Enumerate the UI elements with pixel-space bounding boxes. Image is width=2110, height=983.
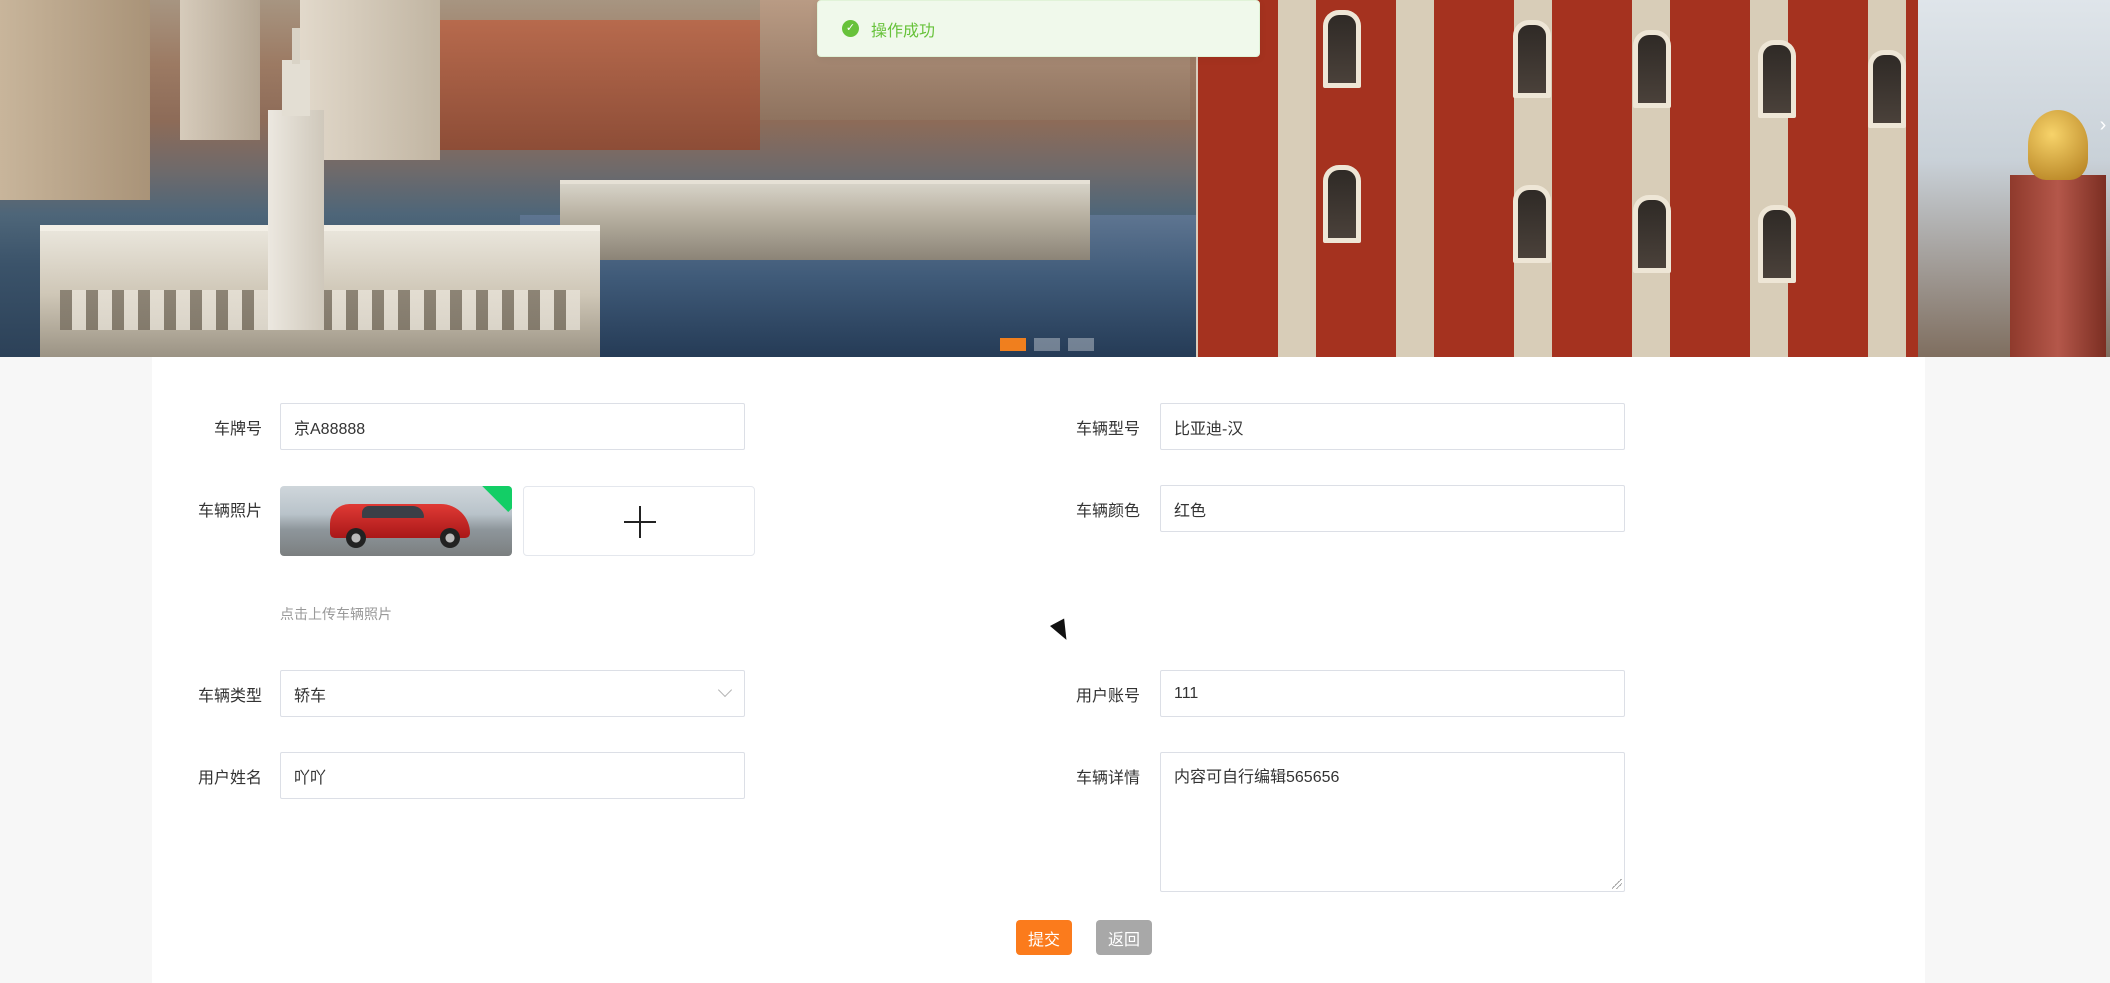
carousel-dot-2[interactable]: [1034, 338, 1060, 351]
plate-input[interactable]: 京A88888: [280, 403, 745, 450]
details-textarea[interactable]: 内容可自行编辑565656: [1160, 752, 1625, 892]
success-check-icon: ✓: [842, 20, 859, 37]
plate-label: 车牌号: [213, 421, 262, 438]
chevron-down-icon: [717, 682, 733, 698]
username-value: 吖吖: [294, 769, 327, 787]
photo-upload-button[interactable]: [523, 486, 755, 556]
chevron-right-icon[interactable]: ›: [2096, 110, 2110, 140]
username-input[interactable]: 吖吖: [280, 752, 745, 799]
model-label: 车辆型号: [1075, 421, 1140, 438]
plate-value: 京A88888: [294, 420, 366, 438]
type-value: 轿车: [294, 687, 327, 705]
photo-label: 车辆照片: [197, 503, 262, 520]
photo-upload-hint: 点击上传车辆照片: [280, 606, 392, 622]
carousel-dot-3[interactable]: [1068, 338, 1094, 351]
vehicle-photo-thumbnail[interactable]: [280, 486, 512, 556]
type-label: 车辆类型: [197, 688, 262, 705]
carousel-indicators: [1000, 338, 1094, 351]
account-value: 111: [1174, 684, 1199, 702]
toast-message: 操作成功: [871, 22, 936, 40]
account-input[interactable]: 111: [1160, 670, 1625, 717]
color-input[interactable]: 红色: [1160, 485, 1625, 532]
details-value: 内容可自行编辑565656: [1174, 769, 1340, 786]
vehicle-type-select[interactable]: 轿车: [280, 670, 745, 717]
color-value: 红色: [1174, 502, 1207, 520]
model-value: 比亚迪-汉: [1174, 420, 1244, 438]
model-input[interactable]: 比亚迪-汉: [1160, 403, 1625, 450]
username-label: 用户姓名: [197, 770, 262, 787]
color-label: 车辆颜色: [1075, 503, 1140, 520]
account-label: 用户账号: [1075, 688, 1140, 705]
carousel-dot-1[interactable]: [1000, 338, 1026, 351]
submit-button[interactable]: 提交: [1016, 920, 1072, 955]
upload-success-badge: [479, 486, 512, 513]
carousel-slide-palace: [1196, 0, 2110, 357]
details-label: 车辆详情: [1075, 770, 1140, 787]
vehicle-form: 车牌号 京A88888 车辆型号 比亚迪-汉 车辆照片 点击上传车辆照片 车辆颜…: [152, 357, 1925, 983]
success-toast: ✓ 操作成功: [817, 0, 1260, 57]
back-button[interactable]: 返回: [1096, 920, 1152, 955]
resize-handle-icon[interactable]: [1612, 879, 1622, 889]
